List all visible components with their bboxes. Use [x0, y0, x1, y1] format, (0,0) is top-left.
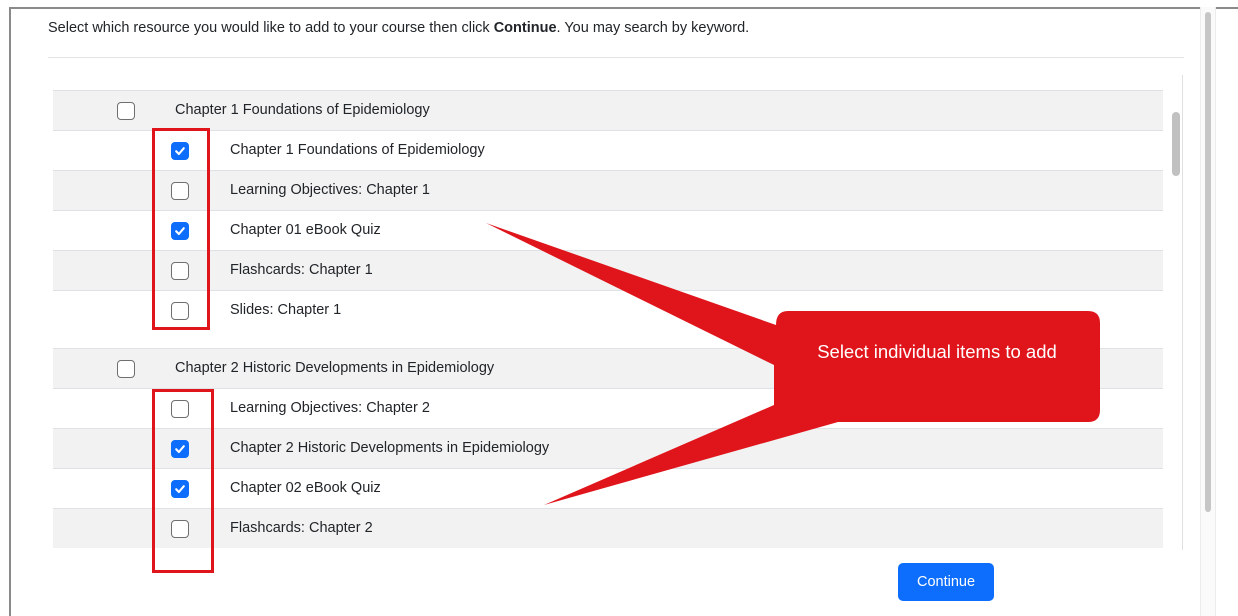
list-border — [1182, 75, 1183, 550]
resource-row[interactable]: Chapter 2 Historic Developments in Epide… — [53, 428, 1163, 468]
continue-button[interactable]: Continue — [898, 563, 994, 601]
page-scrollbar-thumb[interactable] — [1205, 12, 1211, 512]
group-row[interactable]: Chapter 2 Historic Developments in Epide… — [53, 348, 1163, 388]
row-label: Chapter 01 eBook Quiz — [230, 222, 381, 238]
row-label: Learning Objectives: Chapter 1 — [230, 182, 430, 198]
resource-row[interactable]: Slides: Chapter 1 — [53, 290, 1163, 330]
resource-list[interactable]: Chapter 1 Foundations of Epidemiology Cha… — [53, 75, 1163, 550]
resource-row[interactable]: Flashcards: Chapter 2 — [53, 508, 1163, 548]
row-label: Flashcards: Chapter 2 — [230, 520, 373, 536]
highlight-box-chapter-1-items — [152, 128, 210, 330]
row-label: Flashcards: Chapter 1 — [230, 262, 373, 278]
resource-row[interactable]: Learning Objectives: Chapter 1 — [53, 170, 1163, 210]
row-label: Slides: Chapter 1 — [230, 302, 342, 318]
checkbox-unchecked[interactable] — [117, 360, 135, 378]
resource-row[interactable]: Chapter 02 eBook Quiz — [53, 468, 1163, 508]
row-label: Chapter 2 Historic Developments in Epide… — [230, 440, 550, 456]
row-label: Chapter 1 Foundations of Epidemiology — [175, 102, 430, 118]
row-label: Chapter 1 Foundations of Epidemiology — [230, 142, 485, 158]
row-label: Chapter 2 Historic Developments in Epide… — [175, 360, 495, 376]
divider — [48, 57, 1184, 58]
highlight-box-chapter-2-items — [152, 389, 214, 573]
resource-row[interactable]: Learning Objectives: Chapter 2 — [53, 388, 1163, 428]
group-row[interactable]: Chapter 1 Foundations of Epidemiology — [53, 90, 1163, 130]
instructions-after: . You may search by keyword. — [556, 20, 750, 36]
resource-row[interactable]: Flashcards: Chapter 1 — [53, 250, 1163, 290]
row-label: Learning Objectives: Chapter 2 — [230, 400, 430, 416]
resource-row[interactable]: Chapter 1 Foundations of Epidemiology — [53, 130, 1163, 170]
checkbox-unchecked[interactable] — [117, 102, 135, 120]
row-label: Chapter 02 eBook Quiz — [230, 480, 381, 496]
instructions-before: Select which resource you would like to … — [48, 20, 494, 36]
resource-row[interactable]: Chapter 01 eBook Quiz — [53, 210, 1163, 250]
instructions-text: Select which resource you would like to … — [48, 20, 749, 36]
list-scrollbar-thumb[interactable] — [1172, 112, 1180, 176]
instructions-continue-word: Continue — [493, 20, 557, 36]
